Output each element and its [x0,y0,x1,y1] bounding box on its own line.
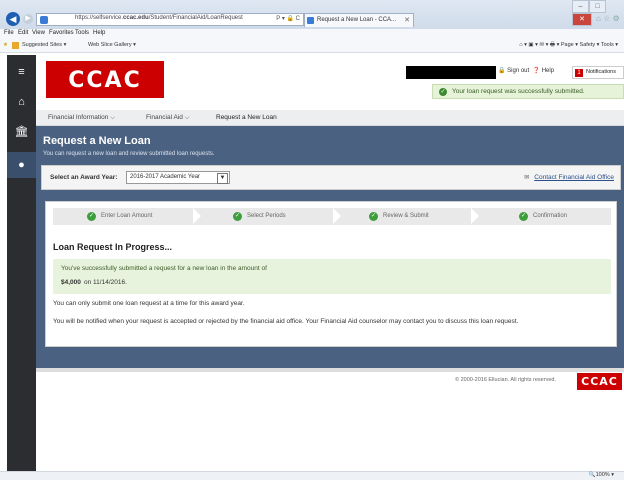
award-year-bar: Select an Award Year: 2016-2017 Academic… [41,165,621,190]
financial-aid-icon[interactable]: ● [7,152,36,178]
home-icon[interactable]: ⌂ [7,89,36,115]
sign-out-link[interactable]: Sign out [507,68,529,74]
favorites-star-icon[interactable]: ★ [3,42,8,48]
web-slice-gallery-link[interactable]: Web Slice Gallery ▾ [88,42,136,48]
step-label: Enter Loan Amount [101,213,153,219]
step-separator [471,208,479,224]
ccac-logo[interactable]: CCAC [46,61,164,98]
left-navigation: ≡ ⌂ 🏛 ● [7,55,36,471]
loan-amount: $4,000 [61,279,81,286]
redacted-user-name [406,66,496,79]
maximize-button[interactable]: □ [589,0,606,13]
submission-date: on 11/14/2016. [84,279,127,286]
mail-icon: ✉ [524,175,530,181]
add-favorite-icon[interactable] [12,42,19,49]
step-review-submit: ✓ Review & Submit [341,208,471,225]
checkmark-icon: ✓ [439,88,447,96]
contact-financial-aid-link[interactable]: ✉ Contact Financial Aid Office [524,174,614,181]
zoom-level[interactable]: 🔍100% ▾ [589,472,614,478]
menu-edit[interactable]: Edit [18,30,28,36]
tab-favicon-icon [307,17,314,24]
award-year-select[interactable]: 2016-2017 Academic Year ▼ [126,171,230,184]
menu-file[interactable]: File [4,30,14,36]
step-label: Review & Submit [383,213,429,219]
notifications-count: 1 [575,69,583,77]
address-tools[interactable]: P ▾ 🔒 C [276,15,300,22]
menu-favorites[interactable]: Favorites [49,30,74,36]
address-bar[interactable]: https://selfservice.ccac.edu/Student/Fin… [36,13,304,26]
forward-button[interactable]: ▶ [23,14,33,24]
command-menus[interactable]: Page ▾ Safety ▾ Tools ▾ [561,42,618,48]
back-button[interactable]: ◀ [6,12,20,26]
step-select-periods: ✓ Select Periods [201,208,333,225]
lock-icon: 🔒 [498,68,506,74]
progress-steps: ✓ Enter Loan Amount ✓ Select Periods ✓ R… [53,208,611,225]
notifications-button[interactable]: 1 Notifications [572,66,624,79]
menu-help[interactable]: Help [93,30,105,36]
menu-tools[interactable]: Tools [75,30,89,36]
notification-note: You will be notified when your request i… [53,318,519,325]
logo-text: CCAC [68,68,142,93]
help-link[interactable]: Help [542,68,554,74]
step-confirmation: ✓ Confirmation [479,208,611,225]
status-title: Loan Request In Progress... [53,242,173,252]
suggested-sites-link[interactable]: Suggested Sites ▾ [22,42,66,48]
tab-close-icon[interactable]: ✕ [404,16,410,24]
step-enter-loan-amount: ✓ Enter Loan Amount [53,208,193,225]
footer-ccac-logo: CCAC [577,373,622,390]
footer-logo-text: CCAC [581,375,618,388]
step-label: Select Periods [247,213,286,219]
breadcrumb: Financial Information ⌵ Financial Aid ⌵ … [36,110,624,126]
success-message: You've successfully submitted a request … [61,265,267,272]
notifications-label: Notifications [586,69,616,75]
step-label: Confirmation [533,213,568,219]
footer-divider [36,368,624,372]
breadcrumb-financial-aid[interactable]: Financial Aid ⌵ [146,114,190,122]
one-request-note: You can only submit one loan request at … [53,300,245,307]
loan-request-card: ✓ Enter Loan Amount ✓ Select Periods ✓ R… [45,201,617,347]
menu-hamburger-icon[interactable]: ≡ [7,59,36,85]
step-complete-icon: ✓ [233,212,242,221]
page-title: Request a New Loan [43,135,151,147]
award-year-value: 2016-2017 Academic Year [130,174,201,180]
breadcrumb-financial-information[interactable]: Financial Information ⌵ [48,114,115,122]
page-subtitle: You can request a new loan and review su… [43,151,215,157]
window-controls: – □✕ [572,0,624,26]
step-complete-icon: ✓ [519,212,528,221]
chevron-down-icon: ▼ [217,173,228,184]
toast-message: Your loan request was successfully submi… [452,88,585,95]
breadcrumb-current-page: Request a New Loan [216,114,277,121]
utility-links: 🔒 Sign out ❓ Help [498,67,554,74]
success-message-box: You've successfully submitted a request … [53,259,611,294]
zoom-icon: 🔍 [588,472,596,478]
browser-tab[interactable]: Request a New Loan - CCA... ✕ [304,13,414,27]
menu-bar: File Edit View Favorites Tools Help [0,29,624,40]
minimize-button[interactable]: – [572,0,589,13]
institution-icon[interactable]: 🏛 [7,119,36,145]
success-notification: ✓ Your loan request was successfully sub… [432,84,624,99]
command-icons[interactable]: ⌂ ▾ ▣ ▾ ✉ ▾ 🖶 ▾ [519,42,561,48]
step-separator [333,208,341,224]
command-bar[interactable]: ⌂ ▾ ▣ ▾ ✉ ▾ 🖶 ▾ Page ▾ Safety ▾ Tools ▾ [519,41,618,50]
step-separator [193,208,201,224]
site-icon [40,16,48,24]
step-complete-icon: ✓ [369,212,378,221]
close-button[interactable]: ✕ [572,13,592,26]
tab-title: Request a New Loan - CCA... [317,17,397,23]
copyright-text: © 2000-2016 Ellucian. All rights reserve… [455,377,556,383]
help-icon[interactable]: ❓ [533,68,540,74]
address-url: https://selfservice.ccac.edu/Student/Fin… [75,15,243,21]
menu-view[interactable]: View [32,30,45,36]
step-complete-icon: ✓ [87,212,96,221]
award-year-label: Select an Award Year: [50,174,118,181]
home-star-gear-icons[interactable]: ⌂ ☆ ⚙ [596,14,620,23]
